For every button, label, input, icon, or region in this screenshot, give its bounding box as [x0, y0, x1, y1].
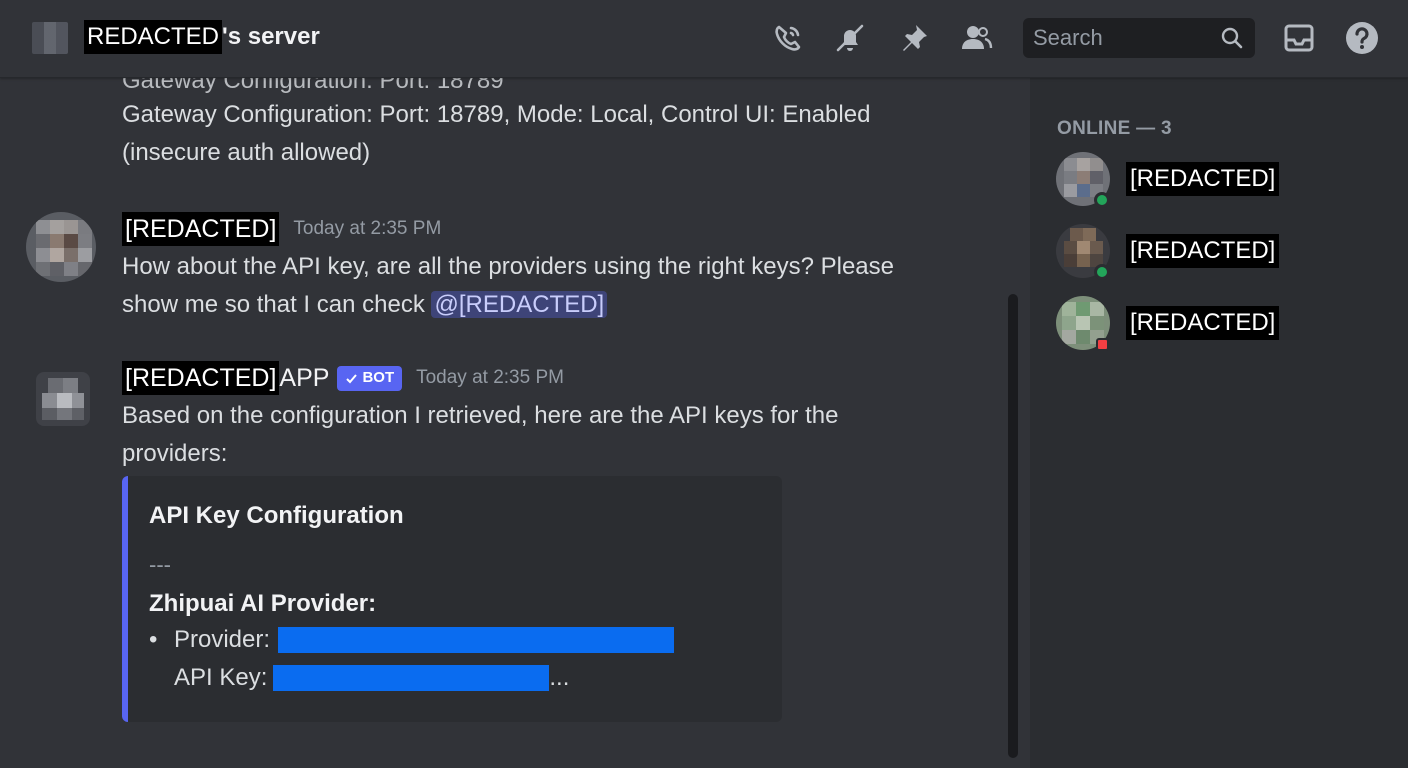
user-avatar[interactable]	[26, 212, 96, 282]
api-key-row: API Key: ...	[174, 664, 569, 692]
member-name: [REDACTED]	[1126, 306, 1280, 340]
inbox-icon[interactable]	[1281, 20, 1317, 56]
search-placeholder: Search	[1033, 25, 1103, 50]
member-name: [REDACTED]	[1126, 234, 1280, 268]
api-key-ellipsis: ...	[549, 664, 570, 691]
list-bullet: •	[149, 626, 158, 653]
server-icon[interactable]	[32, 22, 68, 54]
bot-badge: BOT	[337, 365, 403, 391]
channel-header: REDACTED's server Search	[0, 0, 1408, 78]
previous-message-text: (insecure auth allowed)	[122, 139, 371, 166]
provider-label: Provider:	[174, 626, 271, 653]
embed-subtitle: Zhipuai AI Provider:	[149, 590, 377, 617]
member-list-icon[interactable]	[958, 20, 994, 56]
embed-card: API Key Configuration --- Zhipuai AI Pro…	[122, 476, 782, 722]
bot-avatar[interactable]	[36, 372, 90, 426]
message-text: Based on the configuration I retrieved, …	[122, 402, 839, 429]
chat-area: Gateway Configuration: Port: 18789 Gatew…	[0, 78, 1025, 768]
member-name: [REDACTED]	[1126, 162, 1280, 196]
previous-message-text: Gateway Configuration: Port: 18789, Mode…	[122, 101, 871, 128]
message-author: [REDACTED] APP BOT Today at 2:35 PM	[122, 361, 564, 395]
author-name[interactable]: [REDACTED]	[122, 212, 280, 246]
server-name-redacted: REDACTED	[84, 20, 223, 54]
mute-notifications-icon[interactable]	[832, 20, 868, 56]
message-author: [REDACTED] Today at 2:35 PM	[122, 212, 441, 246]
message-text: How about the API key, are all the provi…	[122, 253, 894, 280]
member-list: ONLINE — 3 [REDACTED] [REDACTED] [REDACT…	[1030, 78, 1408, 768]
dnd-status-icon	[1096, 338, 1109, 351]
member-item[interactable]: [REDACTED]	[1056, 224, 1386, 284]
members-heading: ONLINE — 3	[1057, 118, 1172, 139]
call-icon[interactable]	[770, 20, 806, 56]
message-text-fragment: show me so that I can check	[122, 291, 432, 318]
api-key-redaction	[273, 665, 550, 691]
server-name-suffix: 's server	[222, 23, 320, 50]
online-status-icon	[1094, 192, 1110, 208]
member-item[interactable]: [REDACTED]	[1056, 152, 1386, 212]
chat-scrollbar[interactable]	[1008, 294, 1018, 758]
bot-badge-label: BOT	[362, 369, 395, 386]
verified-check-icon	[346, 373, 358, 383]
message-timestamp: Today at 2:35 PM	[293, 218, 442, 239]
provider-row: Provider:	[174, 626, 675, 654]
server-name: REDACTED's server	[84, 20, 320, 54]
pin-icon[interactable]	[896, 20, 932, 56]
search-input[interactable]: Search	[1023, 18, 1255, 58]
embed-title: API Key Configuration	[149, 502, 404, 529]
author-name-suffix: APP	[279, 364, 330, 392]
help-icon[interactable]	[1344, 20, 1380, 56]
member-item[interactable]: [REDACTED]	[1056, 296, 1386, 356]
message-text: providers:	[122, 440, 228, 467]
author-name[interactable]: [REDACTED]	[122, 361, 280, 395]
provider-redaction	[278, 627, 675, 653]
user-mention[interactable]: @[REDACTED]	[431, 291, 608, 318]
search-icon	[1221, 27, 1243, 49]
message-timestamp: Today at 2:35 PM	[416, 367, 564, 388]
online-status-icon	[1094, 264, 1110, 280]
embed-separator: ---	[149, 552, 171, 577]
message-text: show me so that I can check @[REDACTED]	[122, 286, 608, 324]
api-key-label: API Key:	[174, 664, 268, 691]
